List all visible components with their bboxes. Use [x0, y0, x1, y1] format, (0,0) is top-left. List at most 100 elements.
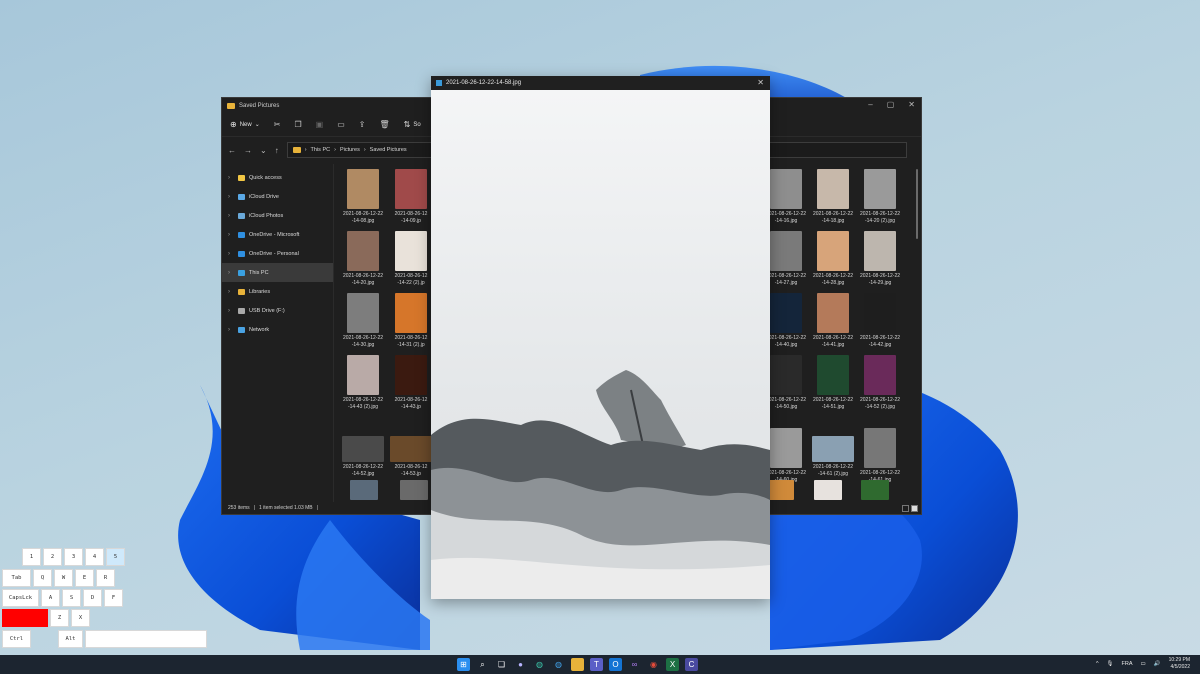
file-item[interactable]: 2021-08-26-12-22 -14-43 (2).jpg [340, 355, 386, 410]
file-item[interactable]: 2021-08-26-12-22 -14-41.jpg [810, 293, 856, 348]
nav-item[interactable]: › iCloud Photos [222, 206, 333, 225]
chevron-up-icon[interactable]: ^ [1096, 661, 1099, 667]
file-name: 2021-08-26-12-22 [812, 211, 854, 217]
nav-item-label: OneDrive - Microsoft [249, 231, 300, 238]
recent-button[interactable]: ⌄ [260, 146, 267, 155]
nav-item[interactable]: › OneDrive - Personal [222, 244, 333, 263]
image-thumbnail[interactable] [766, 480, 794, 500]
new-button[interactable]: ⊕ New ⌄ [230, 120, 260, 129]
navigation-pane: › Quick access › iCloud Drive › iCloud Photos… [222, 164, 334, 502]
image-thumbnail [347, 169, 379, 209]
up-button[interactable]: ↑ [275, 146, 279, 155]
teams-icon[interactable]: T [590, 658, 603, 671]
file-item[interactable]: 2021-08-26-12 -14-53.jp [388, 428, 434, 477]
close-icon[interactable]: ✕ [908, 100, 915, 109]
network-icon[interactable]: ▭ [1141, 661, 1146, 667]
sort-button[interactable]: ⇅ So [404, 120, 421, 129]
viewer-titlebar[interactable]: 2021-08-26-12-22-14-58.jpg ✕ [431, 76, 770, 90]
close-icon[interactable]: ✕ [757, 78, 764, 87]
language-indicator[interactable]: FRA [1122, 661, 1133, 667]
clock[interactable]: 10:29 PM 4/5/2022 [1169, 657, 1190, 671]
chevron-right-icon[interactable]: › [228, 232, 234, 238]
chevron-right-icon[interactable]: › [228, 308, 234, 314]
file-item[interactable]: 2021-08-26-12 -14-22 (2).jp [388, 231, 434, 286]
file-item[interactable]: 2021-08-26-12-22 -14-28.jpg [810, 231, 856, 286]
file-item[interactable]: 2021-08-26-12-22 -14-42.jpg [857, 293, 903, 348]
excel-icon[interactable]: X [666, 658, 679, 671]
chrome-icon[interactable]: ◉ [647, 658, 660, 671]
chevron-right-icon[interactable]: › [228, 327, 234, 333]
forward-button[interactable]: → [244, 146, 252, 155]
back-button[interactable]: ← [228, 146, 236, 155]
edge-icon[interactable]: ◍ [533, 658, 546, 671]
key-ctrl: Ctrl [2, 630, 31, 648]
nav-item[interactable]: › This PC [222, 263, 333, 282]
volume-icon[interactable]: 🔊 [1154, 661, 1161, 667]
file-item[interactable]: 2021-08-26-12-22 -14-20.jpg [340, 231, 386, 286]
file-item[interactable]: 2021-08-26-12-22 -14-29.jpg [857, 231, 903, 286]
image-thumbnail[interactable] [861, 480, 889, 500]
cut-button[interactable]: ✂ [274, 120, 281, 129]
chevron-right-icon[interactable]: › [228, 213, 234, 219]
photo-viewer-window: 2021-08-26-12-22-14-58.jpg ✕ [431, 76, 770, 599]
clock-time: 10:29 PM [1168, 657, 1190, 663]
nav-item[interactable]: › Network [222, 320, 333, 339]
paste-button[interactable]: ▣ [316, 120, 324, 129]
nav-item[interactable]: › Libraries [222, 282, 333, 301]
image-thumbnail [347, 293, 379, 333]
start-icon[interactable]: ⊞ [457, 658, 470, 671]
sort-label: So [413, 121, 421, 128]
file-item[interactable]: 2021-08-26-12-22 -14-61 (2).jpg [810, 428, 856, 477]
file-explorer-icon[interactable] [571, 658, 584, 671]
file-item[interactable]: 2021-08-26-12 -14-43.jp [388, 355, 434, 410]
key-r: R [96, 569, 115, 587]
chat-icon[interactable]: ● [514, 658, 527, 671]
breadcrumb-segment[interactable]: Pictures [340, 147, 360, 153]
share-button[interactable]: ⇪ [359, 120, 366, 129]
nav-item[interactable]: › USB Drive (F:) [222, 301, 333, 320]
breadcrumb-segment[interactable]: Saved Pictures [370, 147, 407, 153]
scrollbar[interactable] [916, 169, 918, 239]
file-item[interactable]: 2021-08-26-12 -14-31 (2).jp [388, 293, 434, 348]
chevron-right-icon[interactable]: › [228, 270, 234, 276]
copy-button[interactable]: ❐ [294, 120, 301, 129]
app-icon[interactable]: C [685, 658, 698, 671]
file-item[interactable]: 2021-08-26-12-22 -14-08.jpg [340, 169, 386, 224]
maximize-icon[interactable]: ▢ [887, 100, 895, 109]
key-q: Q [33, 569, 52, 587]
file-name: 2021-08-26-12-22 [812, 335, 854, 341]
nav-item[interactable]: › iCloud Drive [222, 187, 333, 206]
clock-date: 4/5/2022 [1170, 664, 1190, 670]
outlook-icon[interactable]: O [609, 658, 622, 671]
file-item[interactable]: 2021-08-26-12-22 -14-20 (2).jpg [857, 169, 903, 224]
chevron-right-icon[interactable]: › [228, 194, 234, 200]
nav-item[interactable]: › Quick access [222, 168, 333, 187]
file-item[interactable]: 2021-08-26-12-22 -14-52.jpg [340, 428, 386, 477]
file-item[interactable]: 2021-08-26-12-22 -14-52 (2).jpg [857, 355, 903, 410]
thumbnail-view-button[interactable] [911, 505, 918, 512]
chevron-right-icon[interactable]: › [228, 289, 234, 295]
chevron-right-icon[interactable]: › [228, 251, 234, 257]
visual-studio-icon[interactable]: ∞ [628, 658, 641, 671]
nav-item[interactable]: › OneDrive - Microsoft [222, 225, 333, 244]
breadcrumb-segment[interactable]: This PC [311, 147, 331, 153]
rename-button[interactable]: ▭ [337, 120, 345, 129]
details-view-button[interactable] [902, 505, 909, 512]
file-item[interactable]: 2021-08-26-12-22 -14-18.jpg [810, 169, 856, 224]
file-item[interactable]: 2021-08-26-12 -14-09.jp [388, 169, 434, 224]
delete-button[interactable]: 🗑 [379, 120, 389, 129]
file-item[interactable]: 2021-08-26-12-22 -14-51.jpg [810, 355, 856, 410]
edge-beta-icon[interactable]: ◍ [552, 658, 565, 671]
image-thumbnail[interactable] [400, 480, 428, 500]
file-item[interactable]: 2021-08-26-12-22-14-61.jpg [857, 428, 903, 483]
file-item[interactable]: 2021-08-26-12-22 -14-30.jpg [340, 293, 386, 348]
nav-item-label: USB Drive (F:) [249, 307, 285, 314]
chevron-right-icon[interactable]: › [228, 175, 234, 181]
image-thumbnail[interactable] [350, 480, 378, 500]
minimize-icon[interactable]: – [868, 100, 872, 109]
file-name: 2021-08-26-12-22 [859, 211, 901, 217]
search-icon[interactable]: ⌕ [476, 658, 489, 671]
microphone-icon[interactable]: 🎙 [1107, 661, 1114, 667]
image-thumbnail[interactable] [814, 480, 842, 500]
task-view-icon[interactable]: ❏ [495, 658, 508, 671]
